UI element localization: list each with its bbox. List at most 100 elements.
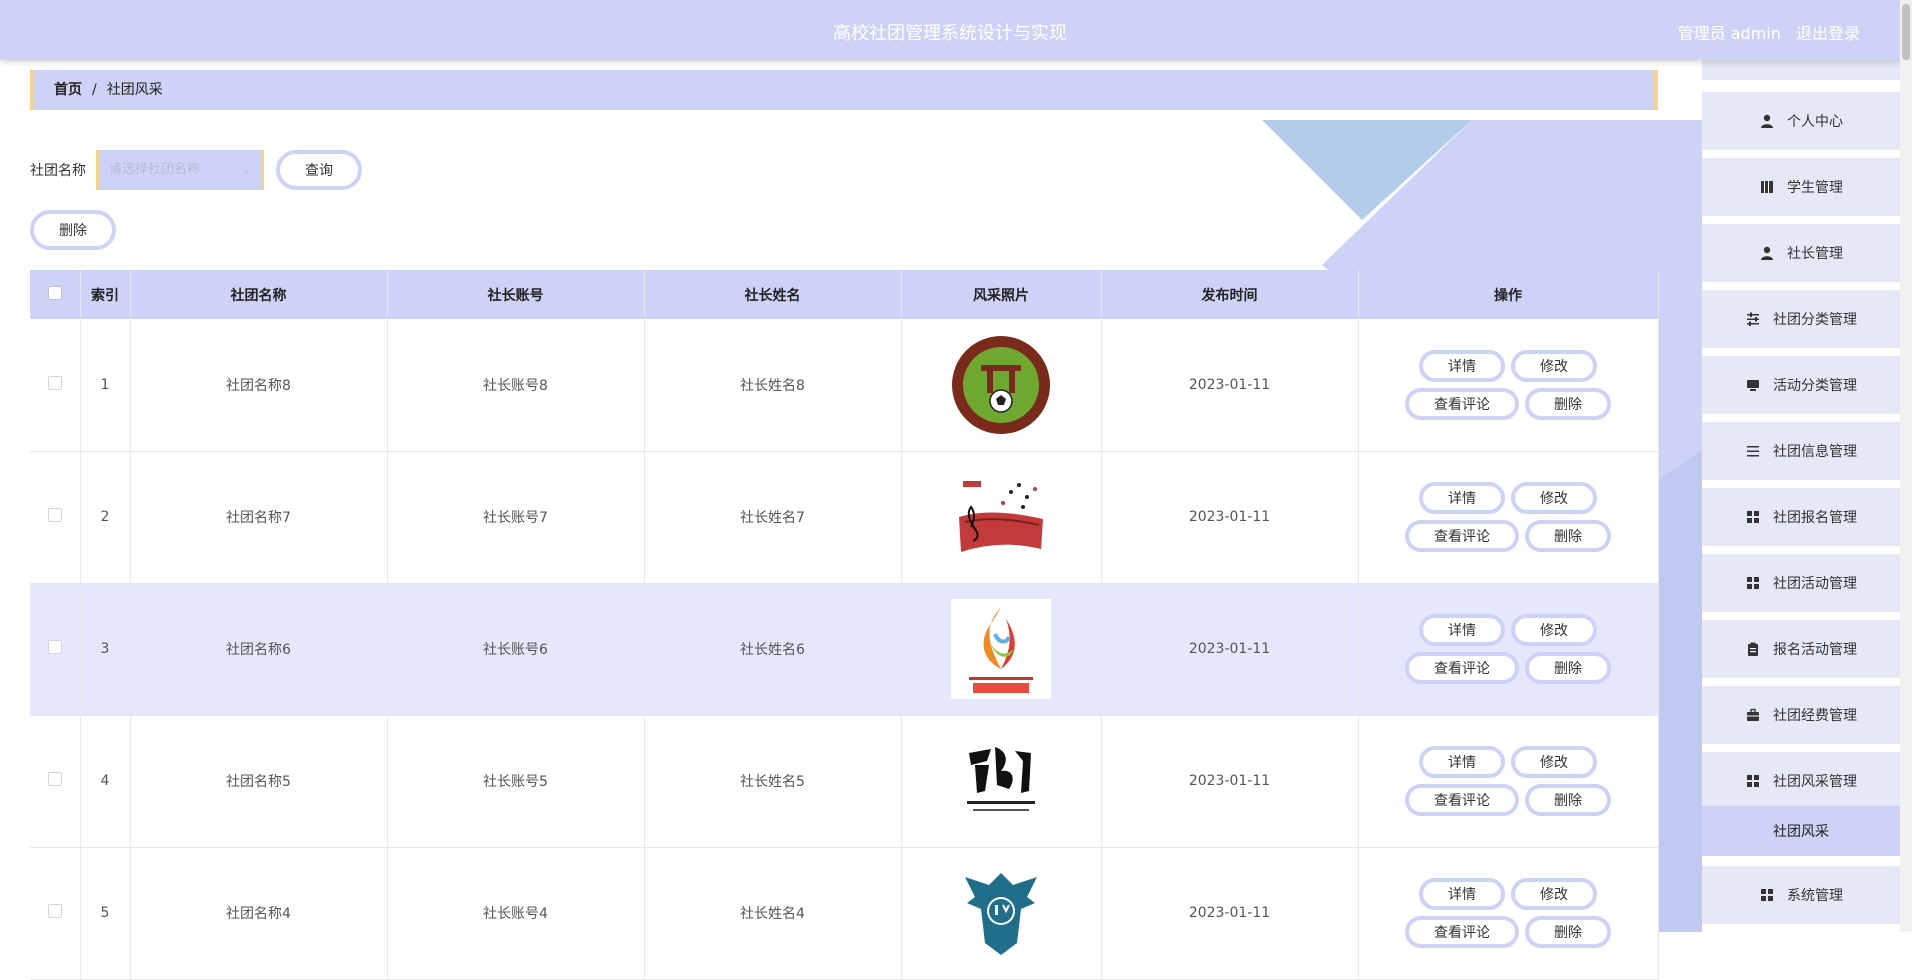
user-area: 管理员 admin 退出登录 — [1668, 20, 1860, 44]
monitor-icon — [1745, 377, 1761, 393]
sidebar-item-leader-management[interactable]: 社长管理 — [1702, 224, 1900, 282]
leader-account-cell: 社长账号5 — [387, 715, 645, 848]
search-label: 社团名称 — [30, 163, 86, 179]
sidebar-item-club-signup[interactable]: 社团报名管理 — [1702, 488, 1900, 546]
sidebar-item-personal-center[interactable]: 个人中心 — [1702, 92, 1900, 150]
detail-button[interactable]: 详情 — [1419, 746, 1505, 778]
column-header: 社长账号 — [387, 270, 645, 319]
sidebar-item-signup-activity[interactable]: 报名活动管理 — [1702, 620, 1900, 678]
publish-date-cell: 2023-01-11 — [1101, 451, 1359, 584]
query-button[interactable]: 查询 — [276, 150, 362, 190]
sidebar-item-activity-category[interactable]: 活动分类管理 — [1702, 356, 1900, 414]
top-header: 高校社团管理系统设计与实现 管理员 admin 退出登录 — [0, 0, 1900, 60]
club-name-select[interactable]: 请选择社团名称 ⌄ — [96, 150, 264, 190]
search-bar: 社团名称 请选择社团名称 ⌄ 查询 — [30, 150, 362, 190]
actions-cell: 详情 修改 查看评论 删除 — [1358, 583, 1659, 716]
music-notes-image[interactable] — [951, 467, 1051, 567]
detail-button[interactable]: 详情 — [1419, 349, 1505, 382]
row-select-cell — [30, 583, 81, 716]
batch-delete-button[interactable]: 删除 — [30, 210, 116, 250]
edit-button[interactable]: 修改 — [1511, 746, 1597, 778]
view-comments-button[interactable]: 查看评论 — [1405, 520, 1519, 552]
sidebar-item-club-showcase-management[interactable]: 社团风采管理 — [1702, 752, 1900, 810]
column-header: 操作 — [1358, 270, 1659, 319]
user-icon — [1759, 113, 1775, 129]
football-association-logo[interactable] — [951, 335, 1051, 435]
row-checkbox[interactable] — [47, 508, 62, 522]
row-checkbox[interactable] — [47, 904, 62, 918]
eagle-jy-logo[interactable] — [951, 863, 1051, 963]
row-actions: 详情 修改 查看评论 删除 — [1359, 614, 1658, 684]
publish-date-cell: 2023-01-11 — [1101, 847, 1359, 980]
sidebar-item-club-activity[interactable]: 社团活动管理 — [1702, 554, 1900, 612]
delete-button[interactable]: 删除 — [1525, 652, 1611, 684]
breadcrumb-current: 社团风采 — [106, 82, 163, 98]
art-federation-logo[interactable] — [951, 599, 1051, 699]
view-comments-button[interactable]: 查看评论 — [1405, 916, 1519, 948]
leader-name-cell: 社长姓名6 — [644, 583, 902, 716]
row-checkbox[interactable] — [47, 772, 62, 786]
view-comments-button[interactable]: 查看评论 — [1405, 652, 1519, 684]
sidebar-item-label: 系统管理 — [1787, 888, 1843, 904]
list-icon — [1745, 443, 1761, 459]
chevron-down-icon: ⌄ — [241, 163, 251, 176]
scroll-thumb[interactable] — [1902, 4, 1910, 60]
index-cell: 1 — [80, 319, 131, 452]
photo-cell — [901, 583, 1102, 716]
sliders-icon — [1745, 311, 1761, 327]
detail-button[interactable]: 详情 — [1419, 878, 1505, 910]
leader-name-cell: 社长姓名5 — [644, 715, 902, 848]
sidebar-subitem-club-showcase[interactable]: 社团风采 — [1702, 806, 1900, 856]
delete-button[interactable]: 删除 — [1525, 520, 1611, 552]
row-select-cell — [30, 451, 81, 584]
sidebar-item-student-management[interactable]: 学生管理 — [1702, 158, 1900, 216]
photo-cell — [901, 451, 1102, 584]
sidebar-item-club-funds[interactable]: 社团经费管理 — [1702, 686, 1900, 744]
edit-button[interactable]: 修改 — [1511, 349, 1597, 382]
edit-button[interactable]: 修改 — [1511, 878, 1597, 910]
sidebar-item-label: 社团信息管理 — [1773, 444, 1857, 460]
edit-button[interactable]: 修改 — [1511, 482, 1597, 514]
actions-cell: 详情 修改 查看评论 删除 — [1358, 319, 1659, 452]
photo-cell — [901, 319, 1102, 452]
select-all-checkbox[interactable] — [47, 285, 62, 300]
detail-button[interactable]: 详情 — [1419, 482, 1505, 514]
delete-button[interactable]: 删除 — [1525, 916, 1611, 948]
row-checkbox[interactable] — [47, 640, 62, 654]
delete-button[interactable]: 删除 — [1525, 387, 1611, 420]
edit-button[interactable]: 修改 — [1511, 614, 1597, 646]
sidebar-item-club-info[interactable]: 社团信息管理 — [1702, 422, 1900, 480]
breadcrumb: 首页 / 社团风采 — [30, 70, 1658, 110]
detail-button[interactable]: 详情 — [1419, 614, 1505, 646]
breadcrumb-home[interactable]: 首页 — [54, 82, 82, 98]
calligraphy-society-logo[interactable] — [951, 731, 1051, 831]
club-name-cell: 社团名称5 — [130, 715, 388, 848]
sidebar-item-club-category[interactable]: 社团分类管理 — [1702, 290, 1900, 348]
breadcrumb-separator: / — [92, 82, 97, 98]
grid-icon — [1745, 575, 1761, 591]
publish-date-cell: 2023-01-11 — [1101, 319, 1359, 452]
view-comments-button[interactable]: 查看评论 — [1405, 387, 1519, 420]
grid-icon — [1759, 887, 1775, 903]
sidebar-item-label: 学生管理 — [1787, 180, 1843, 196]
leader-name-cell: 社长姓名7 — [644, 451, 902, 584]
page-scrollbar[interactable] — [1900, 0, 1912, 932]
club-name-cell: 社团名称8 — [130, 319, 388, 452]
leader-account-cell: 社长账号7 — [387, 451, 645, 584]
row-select-cell — [30, 847, 81, 980]
index-cell: 5 — [80, 847, 131, 980]
column-header: 索引 — [80, 270, 131, 319]
logout-link[interactable]: 退出登录 — [1796, 24, 1860, 43]
row-checkbox[interactable] — [47, 375, 62, 390]
publish-date-cell: 2023-01-11 — [1101, 715, 1359, 848]
table-row: 5 社团名称4 社长账号4 社长姓名4 2023-01-11 详情 修改 查看评… — [30, 847, 1659, 980]
row-actions: 详情 修改 查看评论 删除 — [1359, 482, 1658, 552]
delete-button[interactable]: 删除 — [1525, 784, 1611, 816]
view-comments-button[interactable]: 查看评论 — [1405, 784, 1519, 816]
column-header: 社团名称 — [130, 270, 388, 319]
club-name-cell: 社团名称7 — [130, 451, 388, 584]
briefcase-icon — [1745, 707, 1761, 723]
leader-account-cell: 社长账号8 — [387, 319, 645, 452]
sidebar-item-system-management[interactable]: 系统管理 — [1702, 866, 1900, 924]
row-actions: 详情 修改 查看评论 删除 — [1359, 746, 1658, 816]
